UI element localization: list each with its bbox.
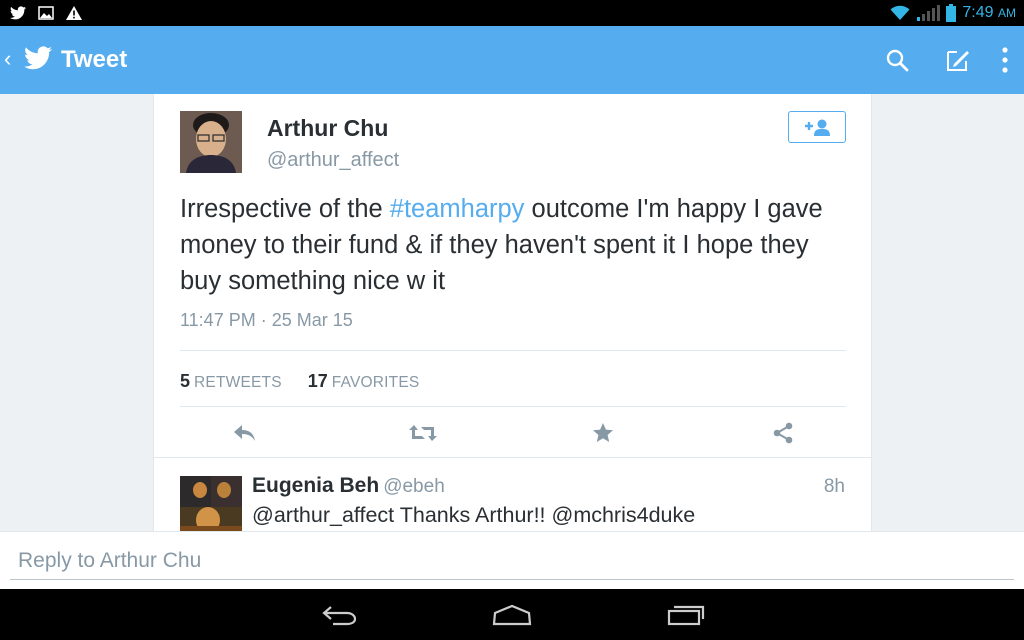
navigation-bar	[0, 589, 1024, 640]
clock-time: 7:49	[962, 4, 994, 21]
tweet-timestamp: 11:47 PM · 25 Mar 15	[180, 310, 353, 330]
divider	[180, 350, 846, 351]
reply-author: Eugenia Beh @ebeh	[252, 474, 445, 498]
favorite-button[interactable]	[588, 418, 618, 448]
retweet-icon	[409, 425, 437, 441]
tweet-card: Arthur Chu @arthur_affect Irrespective o…	[153, 94, 872, 532]
follow-button[interactable]	[788, 111, 846, 143]
author-avatar-image	[180, 111, 242, 173]
divider	[154, 457, 871, 458]
tweet-stats: 5 RETWEETS 17 FAVORITES	[180, 371, 419, 392]
favorites-label: FAVORITES	[331, 374, 420, 391]
reply-bar	[0, 531, 1024, 589]
twitter-bird-icon[interactable]	[24, 46, 52, 70]
retweets-label: RETWEETS	[194, 374, 282, 391]
warning-icon	[66, 6, 82, 20]
divider	[180, 406, 846, 407]
nav-recents-button[interactable]	[664, 601, 708, 629]
retweet-button[interactable]	[408, 418, 438, 448]
back-icon	[322, 606, 357, 626]
signal-icon	[917, 5, 941, 21]
clock-ampm: AM	[998, 6, 1016, 20]
share-icon	[773, 422, 793, 444]
reply-author-avatar[interactable]	[180, 476, 242, 532]
tweet-text: Irrespective of the #teamharpy outcome I…	[180, 191, 830, 299]
author-avatar[interactable]	[180, 111, 242, 173]
search-icon	[886, 49, 909, 72]
battery-icon	[946, 4, 957, 22]
wifi-icon	[890, 5, 910, 20]
home-icon	[492, 604, 532, 626]
retweets-stat[interactable]: 5 RETWEETS	[180, 371, 282, 392]
reply-author-name[interactable]: Eugenia Beh	[252, 474, 379, 497]
action-bar: ‹ Tweet	[0, 26, 1024, 94]
overflow-menu-icon	[1002, 47, 1008, 73]
page-title: Tweet	[61, 46, 128, 73]
twitter-notification-icon	[10, 6, 26, 20]
notification-icons	[10, 4, 82, 22]
favorites-count: 17	[307, 371, 328, 391]
back-chevron-icon[interactable]: ‹	[4, 48, 11, 70]
image-notification-icon	[38, 6, 54, 20]
hashtag-link[interactable]: #teamharpy	[390, 195, 525, 223]
nav-home-button[interactable]	[490, 601, 534, 629]
star-icon	[593, 423, 613, 442]
compose-icon	[947, 51, 969, 71]
author-name[interactable]: Arthur Chu	[267, 115, 388, 142]
compose-button[interactable]	[944, 46, 972, 74]
status-bar: 7:49 AM	[0, 0, 1024, 26]
reply-author-avatar-image	[180, 476, 242, 532]
reply-icon	[234, 425, 255, 441]
reply-time: 8h	[823, 476, 845, 497]
recents-icon	[667, 605, 705, 626]
nav-back-button[interactable]	[317, 601, 361, 629]
system-status: 7:49 AM	[890, 3, 1016, 23]
add-user-icon	[805, 119, 830, 136]
reply-text: @arthur_affect Thanks Arthur!! @mchris4d…	[252, 503, 696, 527]
author-handle[interactable]: @arthur_affect	[267, 149, 399, 172]
reply-button[interactable]	[230, 418, 260, 448]
search-button[interactable]	[883, 46, 911, 74]
tweet-text-before: Irrespective of the	[180, 195, 390, 223]
tweet-actions	[180, 418, 846, 448]
favorites-stat[interactable]: 17 FAVORITES	[308, 371, 420, 392]
share-button[interactable]	[768, 418, 798, 448]
reply-input[interactable]	[10, 542, 1014, 580]
retweets-count: 5	[180, 371, 191, 391]
overflow-menu-button[interactable]	[991, 46, 1019, 74]
clock: 7:49 AM	[962, 4, 1016, 22]
reply-author-handle[interactable]: @ebeh	[383, 476, 445, 497]
